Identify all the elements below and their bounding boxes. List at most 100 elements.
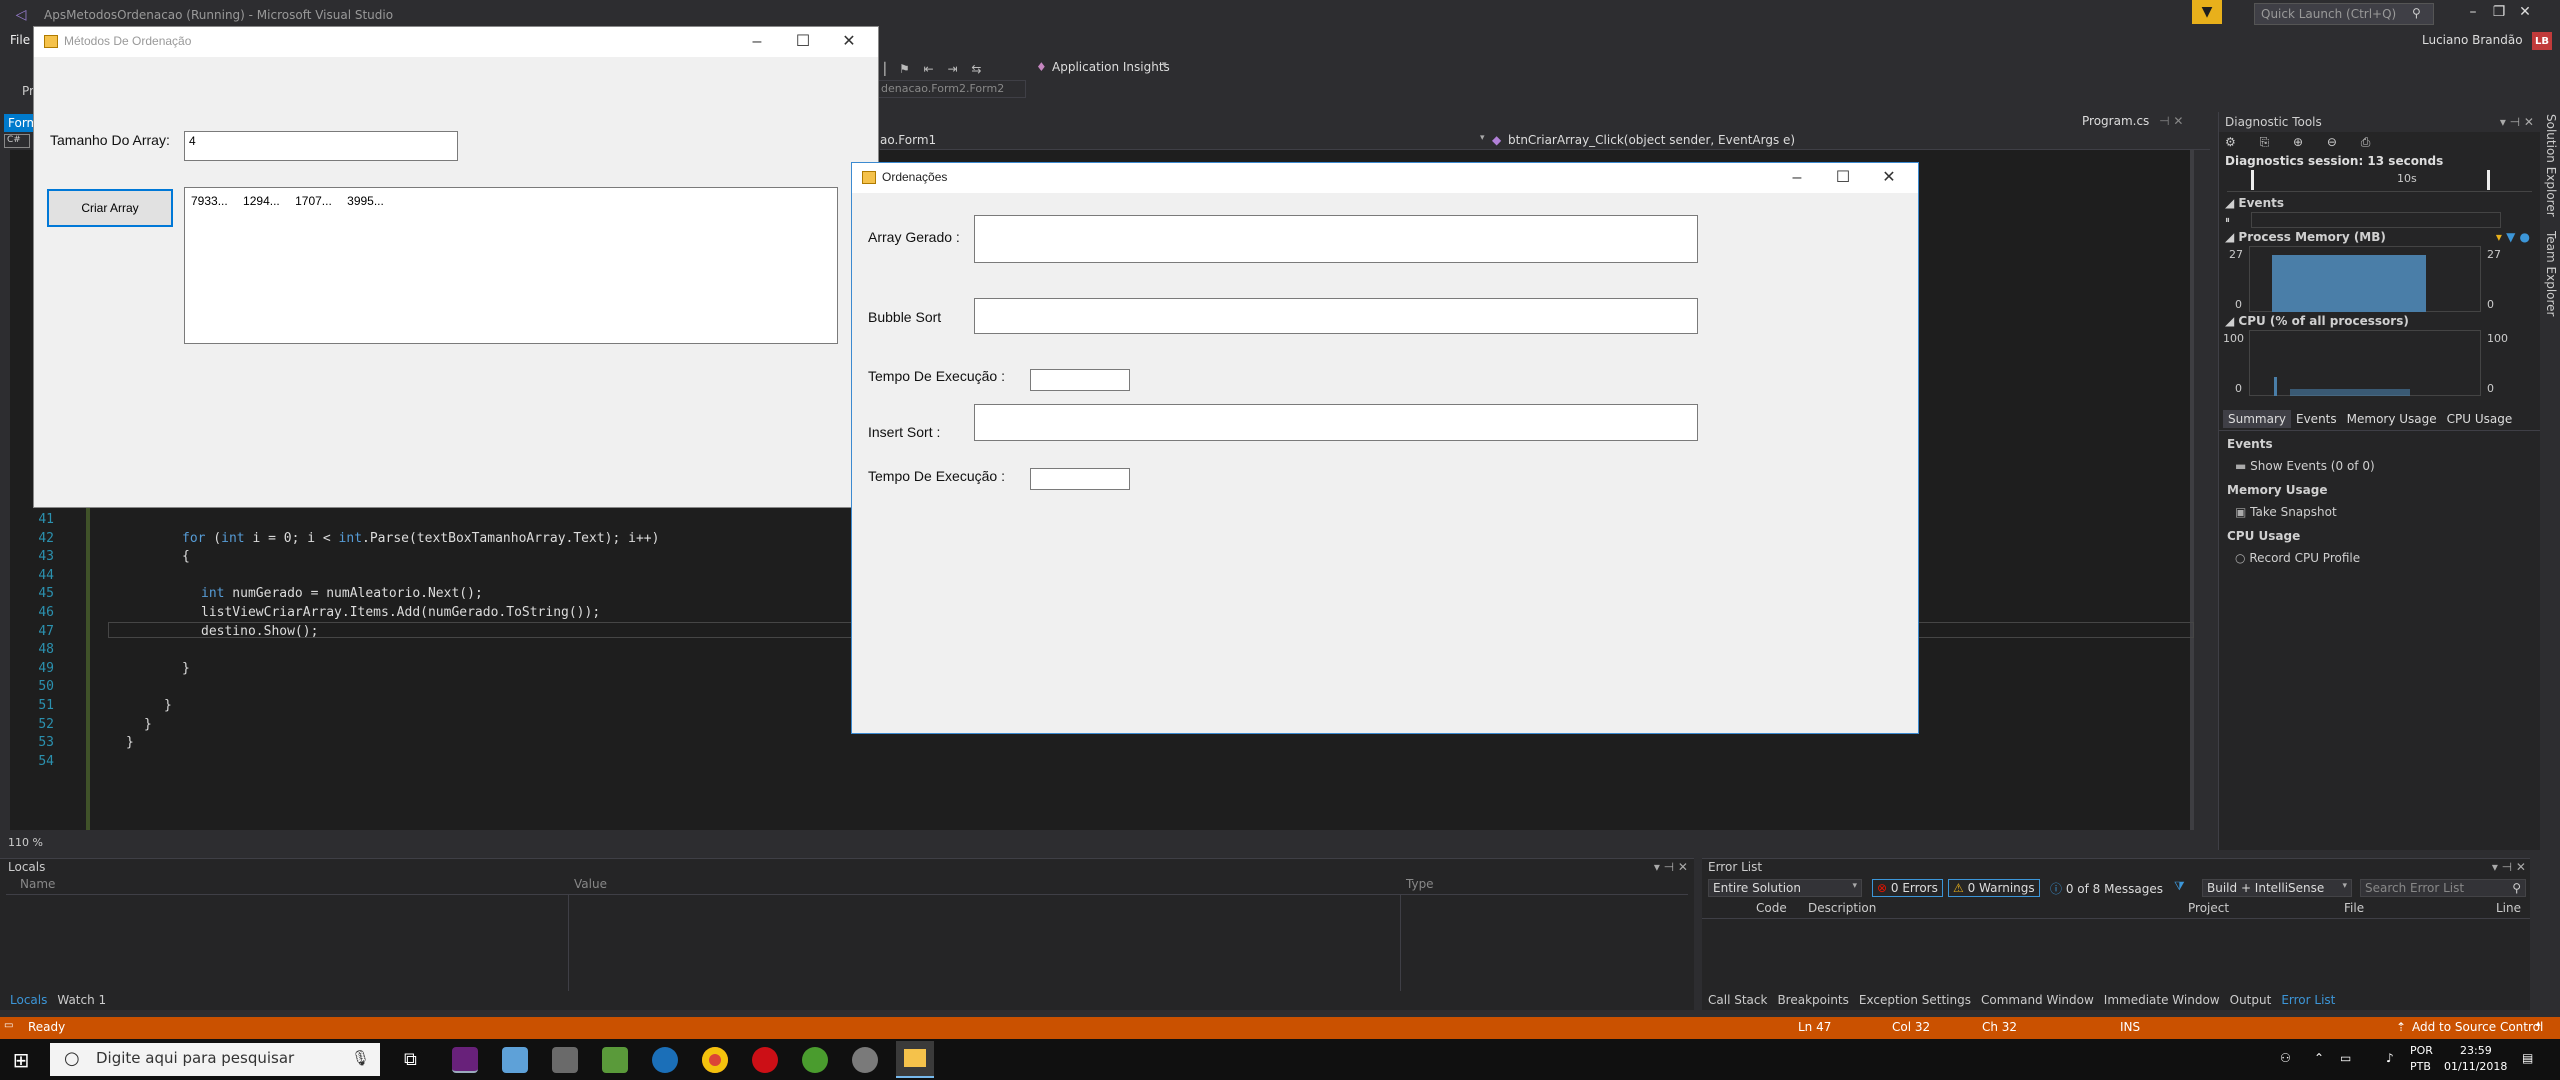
task-view-icon[interactable]: ⧉ (404, 1049, 417, 1070)
people-icon[interactable]: ⚇ (2280, 1051, 2291, 1065)
code-line[interactable]: 53} (10, 733, 2194, 752)
tab-memory-usage[interactable]: Memory Usage (2342, 410, 2442, 428)
timeline-end-handle[interactable] (2487, 170, 2490, 190)
diagnostic-toolbar[interactable]: ⚙ ⎘ ⊕ ⊖ ⎙ (2219, 132, 2540, 154)
add-to-source-control[interactable]: Add to Source Control (2412, 1020, 2543, 1034)
app-icon[interactable] (852, 1047, 878, 1073)
close-icon[interactable]: ✕ (826, 31, 872, 51)
battery-icon[interactable]: ▭ (2340, 1051, 2351, 1065)
speaker-icon[interactable]: ♪ (2386, 1051, 2394, 1065)
tab-locals[interactable]: Locals (10, 993, 47, 1007)
locals-grid[interactable] (6, 895, 1688, 991)
tab-error-list[interactable]: Error List (2281, 993, 2335, 1007)
col-line[interactable]: Line (2496, 901, 2521, 915)
build-dropdown[interactable]: Build + IntelliSense ▾ (2202, 879, 2352, 897)
running-form-taskbar-icon[interactable] (896, 1041, 934, 1078)
torrent-icon[interactable] (802, 1047, 828, 1073)
clock-time[interactable]: 23:59 (2460, 1044, 2492, 1057)
tab-immediate-window[interactable]: Immediate Window (2104, 993, 2220, 1007)
globe-app-icon[interactable] (652, 1047, 678, 1073)
tamanho-input[interactable]: 4 (184, 131, 458, 161)
tab-exception-settings[interactable]: Exception Settings (1859, 993, 1971, 1007)
col-project[interactable]: Project (2188, 901, 2229, 915)
take-snapshot-link[interactable]: ▣ Take Snapshot (2235, 505, 2532, 519)
filter-icon[interactable]: ⧩ (2174, 879, 2185, 894)
tab-output[interactable]: Output (2230, 993, 2272, 1007)
take-snapshot-label[interactable]: Take Snapshot (2250, 505, 2337, 519)
warnings-filter[interactable]: ⚠ 0 Warnings (1948, 879, 2040, 897)
messages-filter[interactable]: ⓘ 0 of 8 Messages (2046, 879, 2167, 897)
record-cpu-label[interactable]: Record CPU Profile (2249, 551, 2360, 565)
quick-launch-input[interactable]: Quick Launch (Ctrl+Q) (2254, 3, 2434, 25)
visual-studio-taskbar-icon[interactable] (452, 1047, 478, 1073)
col-type[interactable]: Type (1406, 877, 1434, 891)
code-line[interactable]: 54 (10, 752, 2194, 771)
process-memory-section[interactable]: ◢ Process Memory (MB) ▾ ▼ ● (2219, 230, 2540, 244)
close-icon[interactable]: ✕ (1866, 167, 1912, 187)
array-gerado-field[interactable] (974, 215, 1698, 263)
minimize-icon[interactable]: – (2460, 4, 2486, 20)
application-insights-button[interactable]: Application Insights (1052, 60, 1170, 74)
pin-icon[interactable]: ⊣ ✕ (2159, 114, 2183, 128)
lang-top[interactable]: POR (2410, 1044, 2433, 1057)
minimize-icon[interactable]: – (1774, 169, 1820, 187)
col-value[interactable]: Value (574, 877, 607, 891)
list-item[interactable]: 1294... (243, 194, 280, 208)
bubble-sort-field[interactable] (974, 298, 1698, 334)
maximize-icon[interactable]: ☐ (1820, 167, 1866, 187)
chevron-down-icon[interactable]: ▾ (1162, 60, 1167, 70)
insert-sort-field[interactable] (974, 404, 1698, 441)
lang-bottom[interactable]: PTB (2410, 1060, 2431, 1073)
code-lens-icon[interactable]: C# (4, 134, 30, 148)
col-file[interactable]: File (2344, 901, 2364, 915)
tab-summary[interactable]: Summary (2223, 410, 2291, 428)
chevron-up-icon[interactable]: ⌃ (2314, 1051, 2324, 1065)
tab-command-window[interactable]: Command Window (1981, 993, 2094, 1007)
list-item[interactable]: 7933... (191, 194, 228, 208)
close-icon[interactable]: ✕ (2512, 4, 2538, 20)
close-icon[interactable]: ▾ ⊣ ✕ (2500, 112, 2534, 132)
pause-icon[interactable]: ⏸ (2225, 215, 2230, 226)
notification-icon[interactable]: ▤ (2522, 1051, 2533, 1065)
col-name[interactable]: Name (20, 877, 55, 891)
menu-file[interactable]: File (10, 33, 30, 47)
zoom-level[interactable]: 110 % (8, 836, 43, 849)
chevron-up-icon[interactable]: ▴ (2536, 1019, 2541, 1029)
maximize-icon[interactable]: ❐ (2486, 4, 2512, 20)
box-app-icon[interactable] (502, 1047, 528, 1073)
clock-date[interactable]: 01/11/2018 (2444, 1060, 2507, 1073)
chrome-icon[interactable] (702, 1047, 728, 1073)
error-search-input[interactable]: Search Error List ⚲ (2360, 879, 2526, 897)
scope-dropdown[interactable]: Entire Solution ▾ (1708, 879, 1862, 897)
col-description[interactable]: Description (1808, 901, 1876, 915)
filter-icon[interactable]: ▼ (2192, 0, 2222, 24)
maximize-icon[interactable]: ☐ (780, 31, 826, 51)
list-item[interactable]: 1707... (295, 194, 332, 208)
tab-watch-1[interactable]: Watch 1 (57, 993, 106, 1007)
errors-filter[interactable]: ⊗ 0 Errors (1872, 879, 1943, 897)
close-icon[interactable]: ▾ ⊣ ✕ (2492, 860, 2526, 874)
chevron-down-icon[interactable]: ▾ (1480, 133, 1485, 143)
show-events-link[interactable]: ▬ Show Events (0 of 0) (2235, 459, 2532, 473)
cpu-section[interactable]: ◢ CPU (% of all processors) (2219, 314, 2540, 328)
opera-icon[interactable] (752, 1047, 778, 1073)
tab-breakpoints[interactable]: Breakpoints (1777, 993, 1848, 1007)
col-code[interactable]: Code (1756, 901, 1787, 915)
tab-call-stack[interactable]: Call Stack (1708, 993, 1767, 1007)
user-name[interactable]: Luciano Brandão (2422, 33, 2523, 47)
windows-start-icon[interactable]: ⊞ (10, 1048, 32, 1072)
taskbar-search[interactable]: ○ Digite aqui para pesquisar 🎙 (50, 1043, 380, 1076)
notepad-icon[interactable] (602, 1047, 628, 1073)
minimize-icon[interactable]: – (734, 33, 780, 51)
bookmark-icons[interactable]: ▕ ⚑ ⇤ ⇥ ⇆ (876, 62, 986, 76)
tools-app-icon[interactable] (552, 1047, 578, 1073)
record-cpu-link[interactable]: ○ Record CPU Profile (2235, 551, 2532, 565)
file-tab-program[interactable]: Program.cs ⊣ ✕ (2082, 114, 2183, 128)
close-icon[interactable]: ▾ ⊣ ✕ (1654, 860, 1688, 874)
nav-combo[interactable]: denacao.Form2.Form2 (876, 80, 1026, 98)
class-combo[interactable]: ao.Form1 (880, 133, 936, 147)
tab-events[interactable]: Events (2291, 410, 2342, 428)
tempo-execucao-1-field[interactable] (1030, 369, 1130, 391)
file-tab-label[interactable]: Program.cs (2082, 114, 2149, 128)
team-explorer-tab[interactable]: Team Explorer (2544, 231, 2558, 317)
